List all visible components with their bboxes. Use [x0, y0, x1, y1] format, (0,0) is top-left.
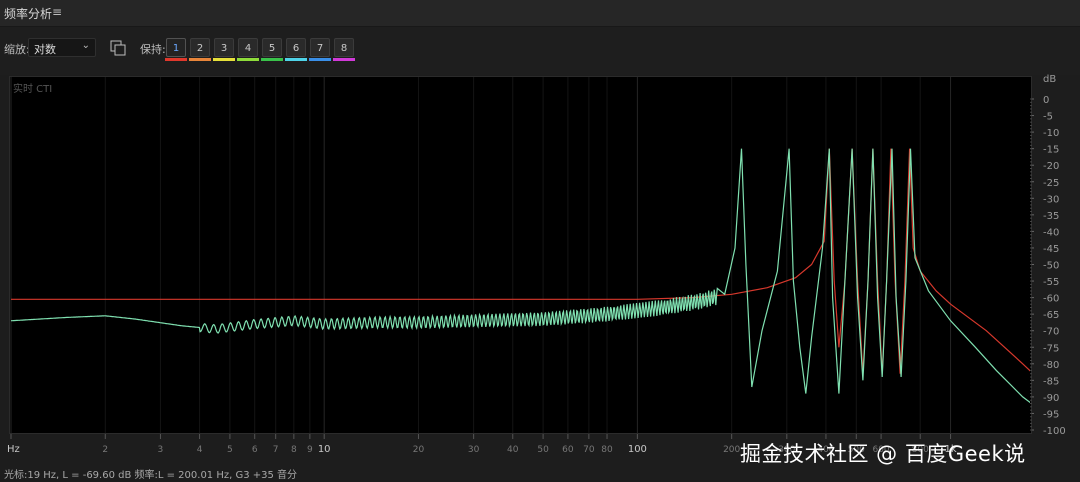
y-tick-label: -85 [1043, 376, 1059, 387]
y-tick-label: -80 [1043, 360, 1059, 371]
x-tick-label: 60 [562, 445, 574, 455]
x-tick-label: 70 [583, 445, 595, 455]
y-tick-label: -65 [1043, 310, 1059, 321]
x-tick-label: 2 [102, 445, 108, 455]
x-tick-label: 50 [537, 445, 549, 455]
y-tick-label: -40 [1043, 227, 1059, 238]
x-tick-label: 4 [197, 445, 203, 455]
x-tick-label: 3 [158, 445, 164, 455]
y-tick-label: -15 [1043, 145, 1059, 156]
y-tick-label: -95 [1043, 409, 1059, 420]
watermark: 掘金技术社区 @ 百度Geek说 [740, 442, 1026, 466]
series-line-1 [11, 148, 1030, 374]
frequency-chart: dB 0 -5 -10 -15 -20 -25 -30 -35 -40 -45 -50 -55 -60 -6… [7, 74, 1066, 455]
x-tick-label: 80 [601, 445, 613, 455]
x-tick-label: 10 [318, 444, 331, 455]
y-tick-label: -100 [1043, 426, 1066, 437]
y-tick-label: -90 [1043, 393, 1059, 404]
x-tick-label: 200 [723, 445, 740, 455]
y-tick-label: -30 [1043, 194, 1059, 205]
x-tick-label: 6 [252, 445, 258, 455]
y-tick-label: -35 [1043, 211, 1059, 222]
x-tick-label: Hz [7, 444, 20, 455]
y-tick-label: 0 [1043, 95, 1049, 106]
y-tick-label: -5 [1043, 112, 1053, 123]
x-tick-label: 100 [628, 444, 647, 455]
y-tick-label: dB [1043, 74, 1056, 85]
y-tick-label: -70 [1043, 327, 1059, 338]
x-tick-label: 7 [273, 445, 279, 455]
x-tick-label: 30 [468, 445, 480, 455]
y-tick-label: -45 [1043, 244, 1059, 255]
x-tick-label: 9 [307, 445, 313, 455]
series-line-2 [10, 148, 1030, 404]
status-bar: 光标:19 Hz, L = -69.60 dB 频率:L = 200.01 Hz… [4, 470, 298, 481]
x-tick-label: 20 [413, 445, 425, 455]
y-tick-label: -60 [1043, 294, 1059, 305]
x-tick-label: 5 [227, 445, 233, 455]
y-tick-label: -10 [1043, 128, 1059, 139]
x-tick-label: 40 [507, 445, 519, 455]
y-tick-label: -55 [1043, 277, 1059, 288]
x-tick-label: 8 [291, 445, 297, 455]
y-tick-label: -50 [1043, 261, 1059, 272]
y-tick-label: -20 [1043, 161, 1059, 172]
y-tick-label: -75 [1043, 343, 1059, 354]
y-tick-label: -25 [1043, 178, 1059, 189]
